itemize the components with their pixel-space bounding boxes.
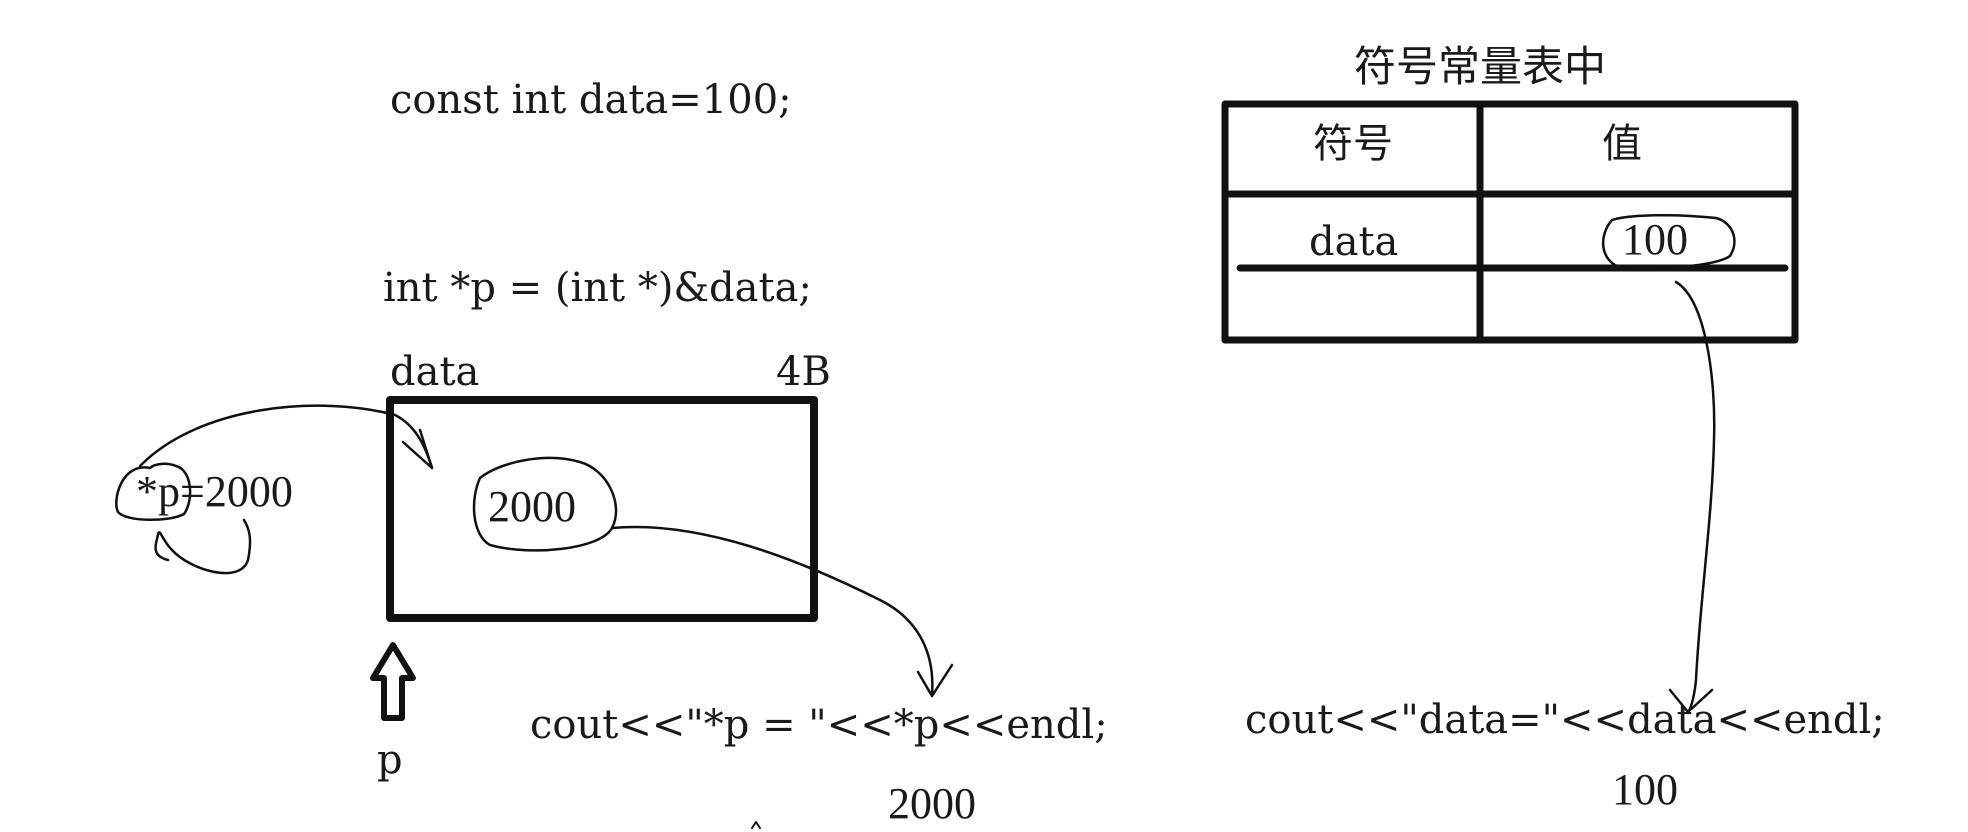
constant-fold-arrow <box>1674 280 1716 714</box>
symbol-value-circle <box>1601 213 1736 270</box>
symbol-table-frame <box>1221 100 1799 344</box>
diagram-drawing <box>115 100 1799 829</box>
cell-value-circle <box>472 456 618 552</box>
memory-cell-box <box>386 396 818 622</box>
constant-fold-arrowhead <box>1668 688 1714 714</box>
pointer-deref-circle <box>115 462 192 522</box>
stray-mark <box>751 821 761 829</box>
loop-arrow <box>154 518 252 575</box>
pointer-arrow <box>370 642 416 721</box>
deref-read-arrowhead <box>916 663 954 698</box>
deref-read-arrow <box>610 525 934 697</box>
